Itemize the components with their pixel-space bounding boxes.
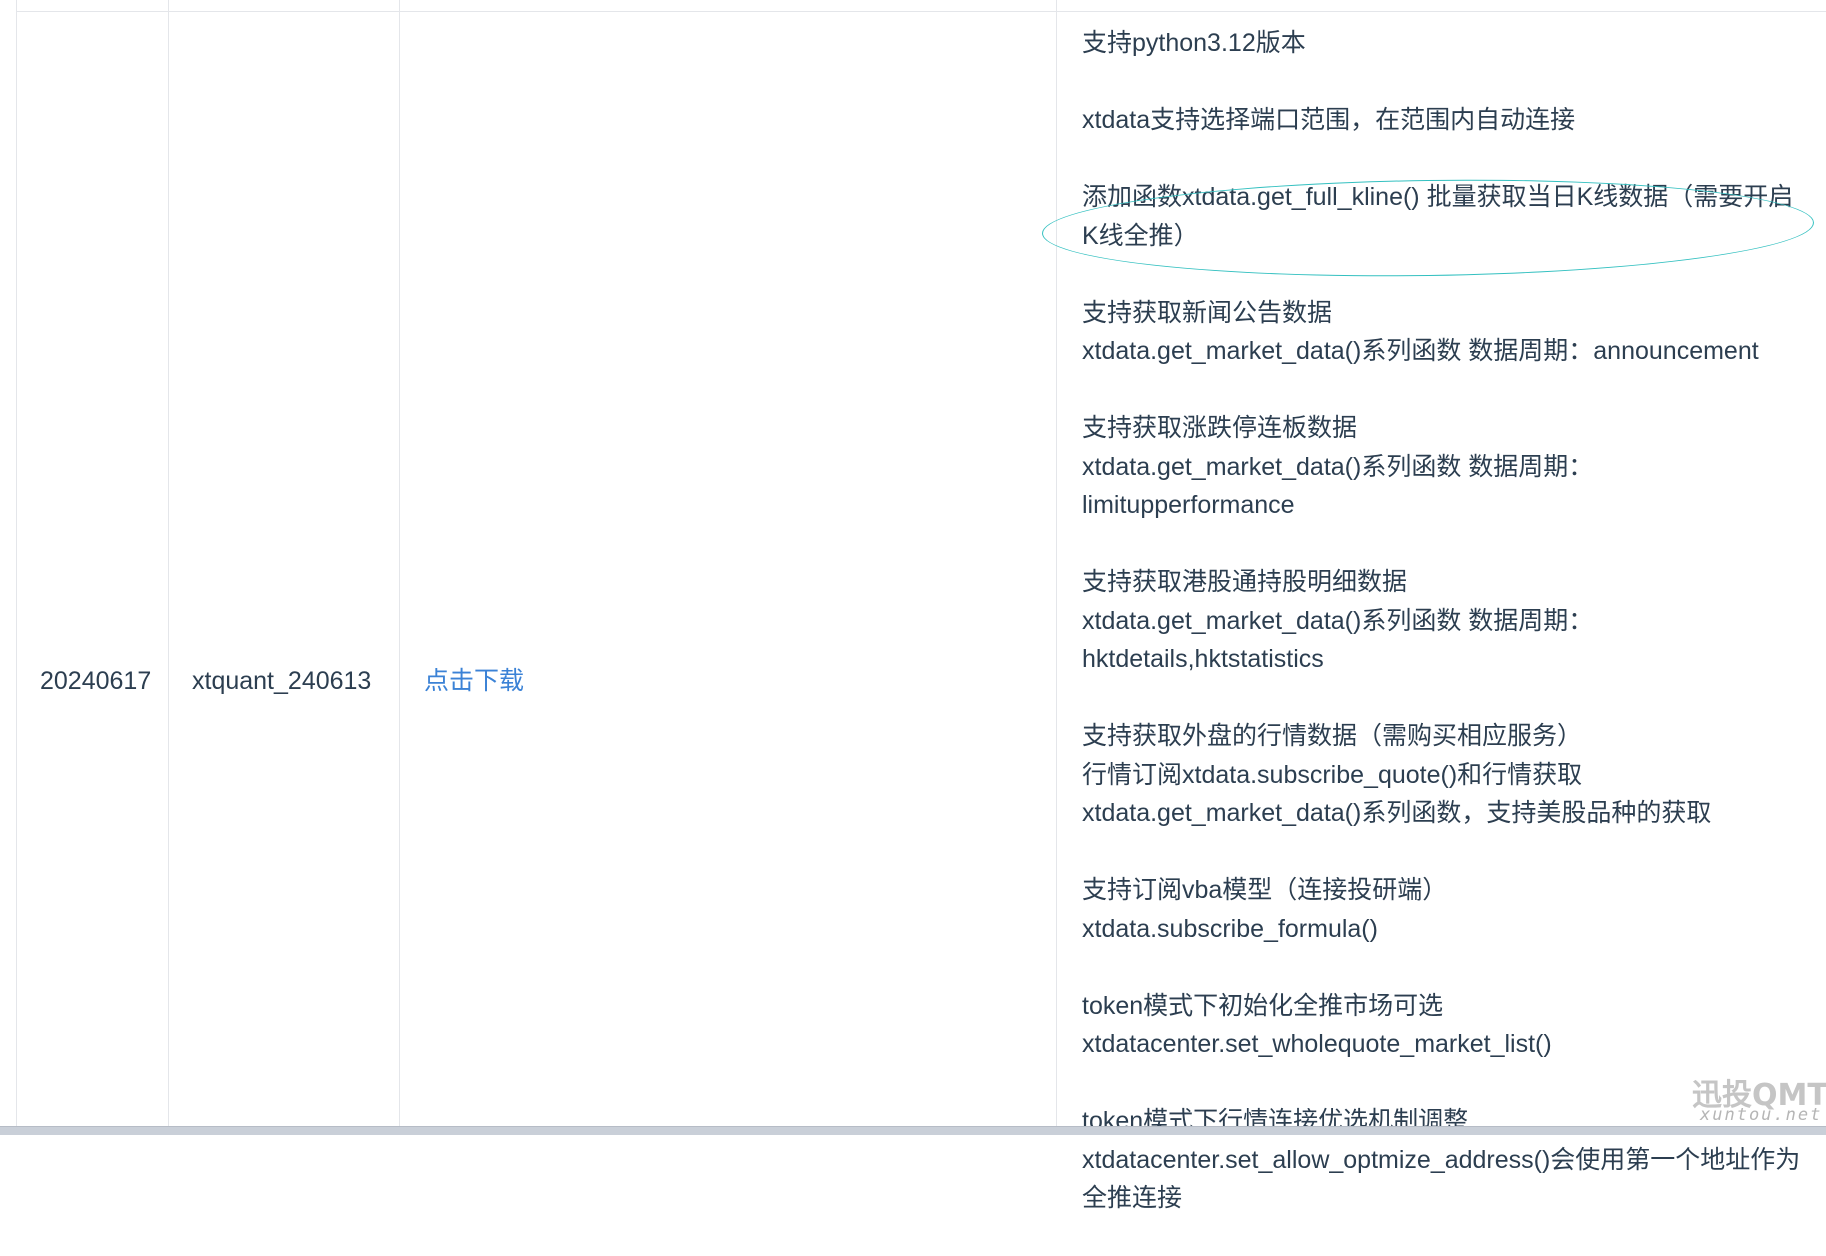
release-note: 支持获取港股通持股明细数据 xtdata.get_market_data()系列函…: [1082, 563, 1802, 679]
release-note: 支持获取外盘的行情数据（需购买相应服务） 行情订阅xtdata.subscribe…: [1082, 717, 1802, 833]
release-note-line: xtdatacenter.set_allow_optmize_address()…: [1082, 1145, 1801, 1213]
release-note: 支持订阅vba模型（连接投研端） xtdata.subscribe_formula…: [1082, 871, 1802, 948]
release-date-cell: 20240617: [40, 667, 152, 695]
release-note-line: xtdata.get_market_data()系列函数 数据周期：hktdet…: [1082, 606, 1594, 674]
horizontal-scrollbar[interactable]: [0, 1126, 1826, 1135]
release-note-line: 支持获取涨跌停连板数据: [1082, 414, 1358, 442]
release-note-line: 支持python3.12版本: [1082, 29, 1306, 57]
col-divider: [399, 0, 400, 1127]
release-note-line: xtdata.get_market_data()系列函数 数据周期：limitu…: [1082, 452, 1594, 520]
release-note-line: xtdata.subscribe_formula(): [1082, 914, 1378, 943]
release-note: 支持获取涨跌停连板数据 xtdata.get_market_data()系列函数 …: [1082, 409, 1802, 525]
release-note-line: 支持订阅vba模型（连接投研端）: [1082, 876, 1448, 904]
release-note-line: 支持获取港股通持股明细数据: [1082, 568, 1408, 596]
row-divider: [16, 11, 1826, 12]
col-divider: [168, 0, 169, 1127]
col-divider: [16, 0, 17, 1127]
release-note: 支持获取新闻公告数据 xtdata.get_market_data()系列函数 数…: [1082, 294, 1802, 371]
release-note: xtdata支持选择端口范围，在范围内自动连接: [1082, 101, 1802, 140]
release-note: 支持python3.12版本: [1082, 24, 1802, 63]
release-note-line: xtdatacenter.set_wholequote_market_list(…: [1082, 1030, 1552, 1058]
release-note-line: xtdata.get_market_data()系列函数，支持美股品种的获取: [1082, 799, 1712, 827]
download-link[interactable]: 点击下载: [424, 666, 524, 696]
col-divider: [1056, 0, 1057, 1127]
release-note-line: token模式下初始化全推市场可选: [1082, 991, 1444, 1020]
release-note: token模式下初始化全推市场可选 xtdatacenter.set_wholeq…: [1082, 987, 1802, 1064]
release-note-line: xtdata支持选择端口范围，在范围内自动连接: [1082, 106, 1576, 134]
release-note-line: xtdata.get_market_data()系列函数 数据周期：announ…: [1082, 337, 1759, 365]
release-note-line: 支持获取外盘的行情数据（需购买相应服务）: [1082, 722, 1583, 750]
release-note-line: 行情订阅xtdata.subscribe_quote()和行情获取: [1082, 760, 1583, 789]
release-note-line: 支持获取新闻公告数据: [1082, 298, 1333, 327]
watermark-url: xuntou.net: [1700, 1105, 1823, 1125]
release-note: token模式下行情连接优选机制调整 xtdatacenter.set_allow…: [1082, 1102, 1802, 1218]
version-cell: xtquant_240613: [192, 667, 372, 695]
